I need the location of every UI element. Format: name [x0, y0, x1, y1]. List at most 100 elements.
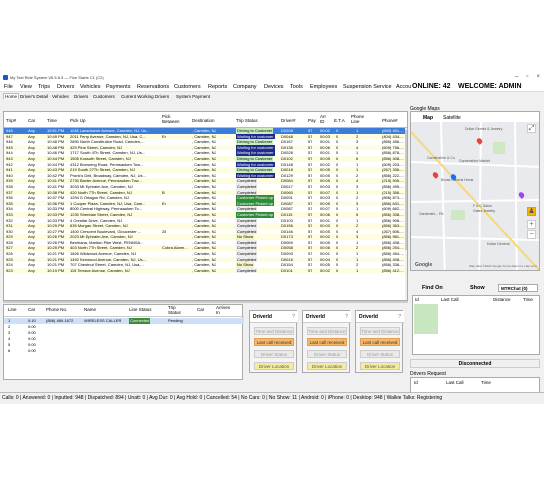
col-car[interactable]: Car [28, 307, 35, 312]
dreq-col-time[interactable]: Time [481, 380, 491, 385]
dreq-col-id[interactable]: Id [414, 380, 418, 385]
map-type-satellite[interactable]: Satellite [443, 115, 461, 121]
help-icon[interactable]: ? [345, 314, 348, 320]
driver-id-label: DriverId [359, 314, 378, 320]
col-line[interactable]: Line [8, 307, 17, 312]
menu-suspension-service[interactable]: Suspension Service [343, 84, 392, 90]
col-driver[interactable]: Driver# [281, 118, 296, 123]
menu-drivers[interactable]: Drivers [57, 84, 74, 90]
map-place: Cardenshire & Co [427, 156, 455, 160]
col-trip[interactable]: Trip# [6, 118, 16, 123]
phone-lines-grid: Line Car Phone No. Name Line Status Trip… [3, 304, 244, 380]
fullscreen-icon[interactable]: ⤢ [527, 124, 536, 133]
dgrid-col-distance[interactable]: Distance [493, 297, 511, 302]
show-label[interactable]: Show [470, 285, 485, 291]
col-phone[interactable]: Phone# [382, 118, 398, 123]
phone-lines-header: Line Car Phone No. Name Line Status Trip… [4, 305, 244, 317]
trip-cell-time: 10:19 PM [47, 267, 65, 273]
driver-distance-grid: Id Last Call Distance Time [412, 295, 540, 355]
street-view-icon[interactable]: ♟ [527, 207, 536, 216]
col-phone-line[interactable]: Phone Line [351, 114, 373, 124]
menu-reports[interactable]: Reports [208, 84, 227, 90]
col-trip-status[interactable]: Trip Status [168, 305, 184, 315]
phone-line-row[interactable]: 6 0:00 [4, 348, 244, 354]
google-logo: Google [415, 262, 433, 268]
menu-devices[interactable]: Devices [264, 84, 284, 90]
trip-row[interactable]: 923 Any 10:19 PM 115 Terrace Avenue, Camden… [4, 267, 407, 274]
dreq-col-lastcall[interactable]: Last Call [446, 380, 464, 385]
tab-vehicles[interactable]: Vehicles [52, 94, 69, 99]
driver-location-button[interactable]: Driver Location [254, 362, 294, 370]
col-car[interactable]: Car [28, 118, 35, 123]
driver-panel: DriverId? Time and Distance Last call rece… [249, 310, 298, 373]
driver-panel: DriverId? Time and Distance Last call rece… [302, 310, 351, 373]
dgrid-col-time[interactable]: Time [523, 297, 533, 302]
col-trip-status[interactable]: Trip Status [236, 118, 258, 123]
col-phone-no[interactable]: Phone No. [46, 307, 67, 312]
driver-status-button[interactable]: Driver Status [360, 350, 400, 358]
zoom-out-icon[interactable]: − [527, 230, 536, 239]
last-call-received-button[interactable]: Last call received [360, 338, 400, 346]
welcome-user: WELCOME: ADMIN [458, 83, 522, 90]
dgrid-col-lastcall[interactable]: Last Call [441, 297, 459, 302]
trips-grid: Trip# Car Time Pick Up Pick Between Dest… [3, 111, 408, 301]
splitter[interactable] [3, 301, 408, 303]
driver-location-button[interactable]: Driver Location [307, 362, 347, 370]
col-eta[interactable]: E.T.A [334, 118, 345, 123]
maximize-icon[interactable]: ▫ [526, 74, 528, 80]
menu-trips[interactable]: Trips [38, 84, 50, 90]
menu-file[interactable]: File [4, 84, 13, 90]
col-line-status[interactable]: Line Status [129, 307, 152, 312]
driver-status-button[interactable]: Driver Status [307, 350, 347, 358]
help-icon[interactable]: ? [398, 314, 401, 320]
time-distance-button[interactable]: Time and Distance [254, 327, 294, 335]
tab-system-payment[interactable]: System Payment [176, 94, 210, 99]
dgrid-col-id[interactable]: Id [415, 297, 419, 302]
col-name[interactable]: Name [84, 307, 96, 312]
map-view[interactable]: Map Satellite Dollar Gemini & Jewelry Ga… [410, 111, 540, 271]
driver-location-button[interactable]: Driver Location [360, 362, 400, 370]
col-time[interactable]: Time [47, 118, 57, 123]
driver-panel-header: DriverId? [250, 311, 298, 323]
tab-home[interactable]: Home [3, 93, 20, 99]
col-arr-id[interactable]: Arr ID [320, 114, 330, 124]
window-title: My Taxi Ride System V6.5.6.3 — Five Star… [10, 75, 104, 80]
menu-payments[interactable]: Payments [106, 84, 130, 90]
map-footer[interactable]: Map data ©2024 Google Terms Report a map… [469, 264, 537, 268]
menu-customers[interactable]: Customers [174, 84, 201, 90]
tab-drivers-detail[interactable]: Driver's Detail [20, 94, 48, 99]
mtrchat-checkbox[interactable]: MTRChat (0) [498, 284, 538, 292]
trips-scrollbar[interactable] [405, 128, 407, 300]
col-destination[interactable]: Destination [192, 118, 215, 123]
last-call-received-button[interactable]: Last call received [307, 338, 347, 346]
menu-vehicles[interactable]: Vehicles [80, 84, 101, 90]
col-arrives-in[interactable]: Arrives In [216, 305, 234, 315]
tab-drivers[interactable]: Drivers [74, 94, 88, 99]
col-pay[interactable]: Pay [308, 118, 316, 123]
minimize-icon[interactable]: – [515, 74, 518, 80]
tab-current-working-drivers[interactable]: Current Working Drivers [121, 94, 169, 99]
col-pick-between[interactable]: Pick Between [162, 114, 188, 124]
last-call-received-button[interactable]: Last call received [254, 338, 294, 346]
col-pickup[interactable]: Pick Up [70, 118, 86, 123]
menu-view[interactable]: View [20, 84, 32, 90]
time-distance-button[interactable]: Time and Distance [307, 327, 347, 335]
close-icon[interactable]: × [536, 74, 540, 80]
map-type-map[interactable]: Map [423, 115, 433, 121]
time-distance-button[interactable]: Time and Distance [360, 327, 400, 335]
menu-reservations[interactable]: Reservations [137, 84, 169, 90]
menu-accounts[interactable]: Accou [396, 84, 411, 90]
find-on-label[interactable]: Find On [422, 285, 443, 291]
trip-cell-eta: 0 [336, 267, 339, 273]
trip-cell-line: 1 [356, 267, 359, 273]
trip-cell-pay: 57 [308, 267, 313, 273]
driver-status-button[interactable]: Driver Status [254, 350, 294, 358]
disconnected-button[interactable]: Disconnected [410, 359, 540, 368]
menu-company[interactable]: Company [233, 84, 257, 90]
tab-customers[interactable]: Customers [93, 94, 115, 99]
col-car2[interactable]: Car [197, 307, 204, 312]
menu-employees[interactable]: Employees [310, 84, 337, 90]
menu-tools[interactable]: Tools [290, 84, 303, 90]
zoom-in-icon[interactable]: + [527, 220, 536, 229]
help-icon[interactable]: ? [292, 314, 295, 320]
